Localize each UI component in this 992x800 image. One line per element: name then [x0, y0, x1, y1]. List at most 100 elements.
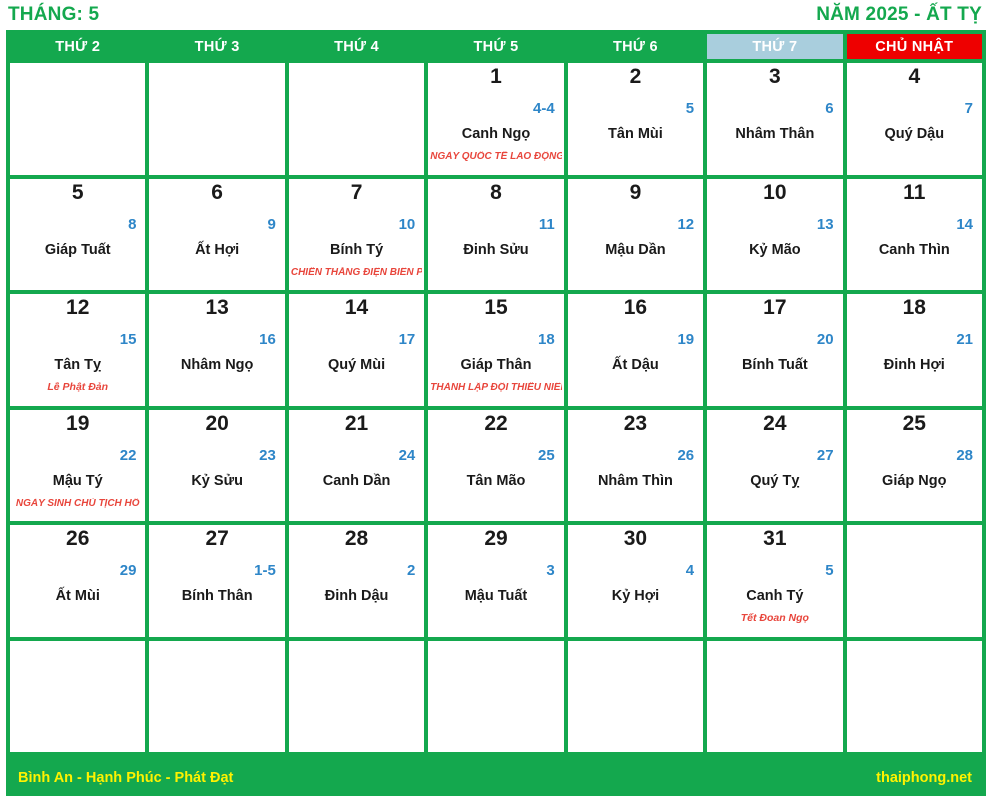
- lunar-day-number: 21: [956, 331, 973, 348]
- day-cell[interactable]: 4 7 Quý Dậu: [846, 63, 982, 175]
- day-cell-empty: [846, 525, 982, 637]
- day-cell[interactable]: 16 19 Ất Dậu: [567, 294, 704, 406]
- footer-website[interactable]: thaiphong.net: [876, 770, 972, 786]
- holiday-label: Tết Đoan Ngọ: [740, 613, 809, 624]
- solar-day-number: 1: [490, 65, 502, 88]
- holiday-label: THÀNH LẬP ĐỘI THIẾU NIÊN: [430, 382, 562, 393]
- year-title: NĂM 2025 - ẤT TỴ: [816, 4, 982, 25]
- can-chi-label: Kỷ Hợi: [611, 588, 660, 604]
- day-cell[interactable]: 27 1-5 Bính Thân: [149, 525, 285, 637]
- lunar-day-number: 29: [119, 562, 137, 579]
- day-cell[interactable]: 23 26 Nhâm Thìn: [567, 409, 704, 521]
- day-cell[interactable]: 11 14 Canh Thìn: [846, 178, 982, 290]
- lunar-day-number: 2: [406, 562, 416, 579]
- day-cell[interactable]: 13 16 Nhâm Ngọ: [149, 294, 285, 406]
- solar-day-number: 22: [484, 411, 508, 435]
- weekday-header-3: THỨ 4: [288, 34, 425, 59]
- lunar-day-number: 25: [538, 446, 555, 464]
- day-cell-empty: [428, 640, 564, 752]
- day-cell-empty: [567, 640, 704, 752]
- holiday-label: NGÀY SINH CHỦ TỊCH HỒ: [15, 497, 140, 509]
- calendar-grid: 1 4-4 Canh Ngọ NGÀY QUỐC TẾ LAO ĐỘNG 2 5 Tân M…: [10, 63, 982, 752]
- day-cell[interactable]: 25 28 Giáp Ngọ: [846, 409, 982, 521]
- weekday-header-row: THỨ 2 THỨ 3 THỨ 4 THỨ 5 THỨ 6 THỨ 7 CHỦ NHẬT: [10, 34, 982, 59]
- day-cell[interactable]: 14 17 Quý Mùi: [288, 294, 425, 406]
- solar-day-number: 24: [763, 411, 787, 435]
- solar-day-number: 18: [902, 296, 926, 319]
- lunar-day-number: 18: [538, 331, 555, 348]
- lunar-day-number: 9: [267, 215, 276, 233]
- month-title: THÁNG: 5: [8, 4, 100, 25]
- lunar-day-number: 15: [119, 331, 137, 348]
- day-cell[interactable]: 17 20 Bính Tuất: [707, 294, 843, 406]
- lunar-day-number: 16: [259, 331, 276, 348]
- can-chi-label: Quý Dậu: [884, 126, 945, 142]
- solar-day-number: 21: [344, 411, 369, 435]
- lunar-day-number: 4-4: [533, 100, 555, 117]
- day-cell[interactable]: 9 12 Mậu Dần: [567, 178, 704, 290]
- can-chi-label: Đinh Hợi: [883, 357, 945, 373]
- can-chi-label: Tân Mùi: [608, 126, 663, 142]
- can-chi-label: Giáp Tuất: [44, 241, 111, 258]
- solar-day-number: 25: [902, 411, 926, 435]
- weekday-header-5: THỨ 6: [567, 34, 704, 59]
- lunar-day-number: 14: [956, 215, 973, 233]
- lunar-day-number: 22: [119, 446, 137, 464]
- day-cell-empty: [707, 640, 843, 752]
- day-cell[interactable]: 12 15 Tân Tỵ Lễ Phật Đản: [10, 294, 146, 406]
- day-cell[interactable]: 2 5 Tân Mùi: [567, 63, 704, 175]
- can-chi-label: Kỷ Mão: [749, 241, 801, 258]
- solar-day-number: 10: [763, 180, 787, 204]
- day-cell-empty: [10, 63, 146, 175]
- can-chi-label: Nhâm Ngọ: [180, 357, 254, 373]
- day-cell[interactable]: 22 25 Tân Mão: [428, 409, 564, 521]
- solar-day-number: 31: [763, 527, 787, 550]
- calendar-frame: THỨ 2 THỨ 3 THỨ 4 THỨ 5 THỨ 6 THỨ 7 CHỦ NHẬT 1…: [6, 30, 986, 760]
- day-cell[interactable]: 26 29 Ất Mùi: [10, 525, 146, 637]
- can-chi-label: Ất Hợi: [195, 241, 240, 258]
- can-chi-label: Kỷ Sửu: [191, 472, 243, 489]
- solar-day-number: 12: [66, 296, 90, 319]
- lunar-day-number: 13: [816, 215, 834, 233]
- day-cell[interactable]: 18 21 Đinh Hợi: [846, 294, 982, 406]
- day-cell[interactable]: 24 27 Quý Tỵ: [707, 409, 843, 521]
- lunar-day-number: 8: [128, 215, 137, 233]
- can-chi-label: Quý Mùi: [327, 357, 386, 373]
- day-cell[interactable]: 28 2 Đinh Dậu: [288, 525, 425, 637]
- day-cell[interactable]: 19 22 Mậu Tý NGÀY SINH CHỦ TỊCH HỒ: [10, 409, 146, 521]
- day-cell[interactable]: 3 6 Nhâm Thân: [707, 63, 843, 175]
- solar-day-number: 7: [350, 180, 363, 204]
- day-cell[interactable]: 6 9 Ất Hợi: [149, 178, 285, 290]
- weekday-header-1: THỨ 2: [10, 34, 146, 59]
- solar-day-number: 6: [211, 180, 223, 204]
- solar-day-number: 15: [484, 296, 508, 319]
- solar-day-number: 3: [769, 65, 781, 88]
- day-cell-empty: [149, 63, 285, 175]
- day-cell[interactable]: 15 18 Giáp Thân THÀNH LẬP ĐỘI THIẾU NIÊN: [428, 294, 564, 406]
- day-cell[interactable]: 30 4 Kỷ Hợi: [567, 525, 704, 637]
- can-chi-label: Bính Tuất: [741, 357, 808, 373]
- day-cell[interactable]: 8 11 Đinh Sửu: [428, 178, 564, 290]
- lunar-day-number: 4: [685, 562, 695, 579]
- solar-day-number: 4: [908, 65, 921, 88]
- day-cell[interactable]: 29 3 Mậu Tuất: [428, 525, 564, 637]
- day-cell[interactable]: 31 5 Canh Tý Tết Đoan Ngọ: [707, 525, 843, 637]
- day-cell[interactable]: 10 13 Kỷ Mão: [707, 178, 843, 290]
- solar-day-number: 11: [903, 180, 926, 204]
- can-chi-label: Quý Tỵ: [750, 472, 800, 489]
- holiday-label: CHIẾN THẮNG ĐIỆN BIÊN PHỦ: [290, 266, 422, 278]
- day-cell-empty: [288, 640, 425, 752]
- lunar-day-number: 20: [816, 331, 834, 348]
- can-chi-label: Canh Tý: [746, 588, 804, 604]
- can-chi-label: Mậu Tuất: [464, 588, 528, 604]
- solar-day-number: 19: [66, 411, 90, 435]
- day-cell[interactable]: 1 4-4 Canh Ngọ NGÀY QUỐC TẾ LAO ĐỘNG: [428, 63, 564, 175]
- day-cell[interactable]: 7 10 Bính Tý CHIẾN THẮNG ĐIỆN BIÊN PHỦ: [288, 178, 425, 290]
- can-chi-label: Giáp Ngọ: [882, 472, 947, 489]
- solar-day-number: 17: [763, 296, 787, 319]
- day-cell[interactable]: 21 24 Canh Dần: [288, 409, 425, 521]
- solar-day-number: 13: [205, 296, 229, 319]
- day-cell[interactable]: 5 8 Giáp Tuất: [10, 178, 146, 290]
- day-cell[interactable]: 20 23 Kỷ Sửu: [149, 409, 285, 521]
- lunar-day-number: 19: [677, 331, 695, 348]
